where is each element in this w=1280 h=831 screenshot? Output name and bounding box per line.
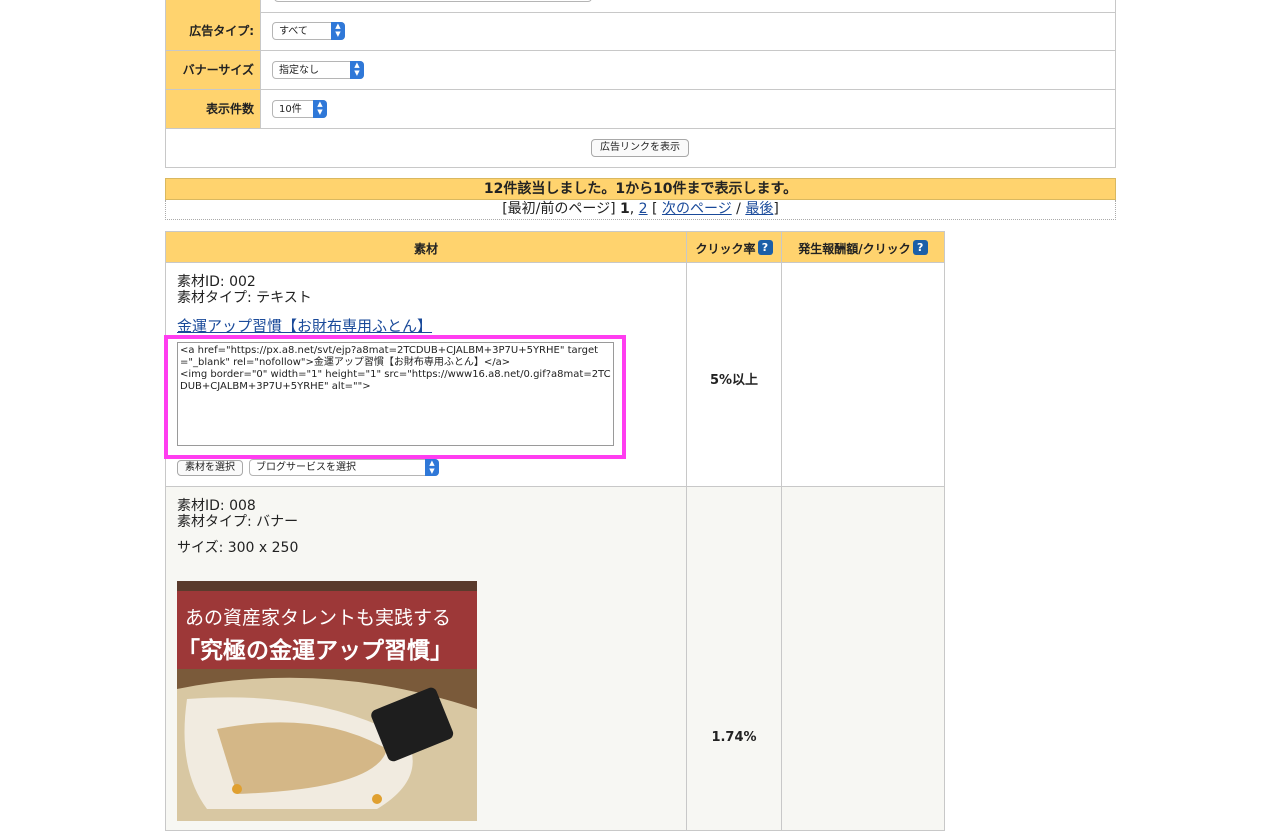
- select-arrows-icon: ▲ ▼: [331, 22, 345, 40]
- banner-line-1: あの資産家タレントも実践する: [185, 607, 452, 629]
- filter-row-banner-size: バナーサイズ 指定なし ▲ ▼: [165, 51, 1116, 90]
- select-material-button[interactable]: 素材を選択: [177, 460, 243, 476]
- header-ctr: クリック率?: [686, 231, 782, 263]
- help-icon[interactable]: ?: [757, 240, 773, 255]
- row1-id: 素材ID: 002: [177, 274, 256, 290]
- row1-ctr: 5%以上: [709, 373, 759, 388]
- count-select[interactable]: 10件 ▲ ▼: [272, 100, 327, 118]
- pager-current: 1: [620, 201, 630, 217]
- row2-ctr: 1.74%: [711, 730, 757, 745]
- header-reward: 発生報酬額/クリック?: [781, 231, 945, 263]
- row2-reward-cell: [781, 486, 945, 831]
- count-value: 10件: [279, 104, 302, 115]
- row2-ctr-cell: 1.74%: [686, 486, 782, 831]
- highlight-box: [164, 335, 626, 459]
- select-arrows-icon: ▲ ▼: [425, 459, 439, 476]
- banner-size-select[interactable]: 指定なし ▲ ▼: [272, 61, 364, 79]
- results-table: 素材 クリック率? 発生報酬額/クリック? 素材ID: 002 素材タイプ: テ…: [165, 231, 945, 831]
- help-icon[interactable]: ?: [912, 240, 928, 255]
- wallet-cushion-illustration: [177, 669, 477, 821]
- pager-last[interactable]: 最後: [745, 201, 773, 217]
- row1-type: 素材タイプ: テキスト: [177, 290, 312, 306]
- ad-type-label: 広告タイプ:: [166, 12, 261, 50]
- row2-id: 素材ID: 008: [177, 498, 256, 514]
- ad-type-value: すべて: [279, 26, 308, 37]
- row2-material-cell: 素材ID: 008 素材タイプ: バナー サイズ: 300 x 250 あの資産…: [165, 486, 687, 831]
- header-material: 素材: [165, 231, 687, 263]
- filter-row-submit: 広告リンクを表示: [165, 129, 1116, 168]
- banner-size-value: 指定なし: [279, 65, 319, 76]
- pager-prefix: [最初/前のページ]: [502, 201, 621, 217]
- row2-size: サイズ: 300 x 250: [177, 540, 299, 556]
- banner-image[interactable]: あの資産家タレントも実践する 「究極の金運アップ習慣」: [177, 581, 477, 821]
- banner-line-2: 「究極の金運アップ習慣」: [177, 637, 453, 664]
- row1-reward-cell: [781, 262, 945, 487]
- top-select-partial[interactable]: [274, 0, 592, 2]
- result-summary: 12件該当しました。1から10件まで表示します。: [165, 178, 1116, 200]
- filter-label-blank: [166, 0, 261, 12]
- row1-link[interactable]: 金運アップ習慣【お財布専用ふとん】: [177, 315, 432, 336]
- row1-ctr-cell: 5%以上: [686, 262, 782, 487]
- filter-row-ad-type: 広告タイプ: すべて ▲ ▼: [165, 12, 1116, 51]
- select-arrows-icon: ▲ ▼: [350, 61, 364, 79]
- filter-row-count: 表示件数 10件 ▲ ▼: [165, 90, 1116, 129]
- pager: [最初/前のページ] 1, 2 [ 次のページ / 最後]: [165, 200, 1116, 220]
- show-ad-links-button[interactable]: 広告リンクを表示: [591, 139, 689, 157]
- pager-next[interactable]: 次のページ: [662, 201, 732, 217]
- count-label: 表示件数: [166, 90, 261, 128]
- banner-size-label: バナーサイズ: [166, 51, 261, 89]
- blog-service-select[interactable]: ブログサービスを選択 ▲ ▼: [249, 459, 439, 476]
- ad-type-select[interactable]: すべて ▲ ▼: [272, 22, 345, 40]
- pager-page-2[interactable]: 2: [639, 201, 648, 217]
- row2-type: 素材タイプ: バナー: [177, 514, 299, 530]
- select-arrows-icon: ▲ ▼: [313, 100, 327, 118]
